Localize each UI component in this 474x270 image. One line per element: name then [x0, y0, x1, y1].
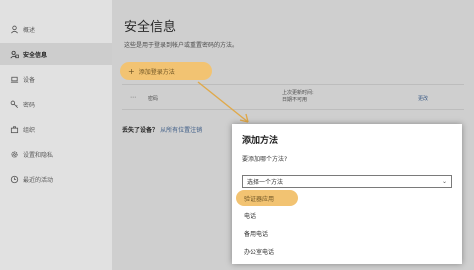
sidebar-item-label: 设置和隐私	[23, 151, 54, 159]
person-icon	[10, 25, 19, 34]
briefcase-icon	[10, 125, 19, 134]
option-alternate-phone[interactable]: 备用电话	[232, 224, 462, 242]
last-updated-label: 上次更新时间:	[282, 90, 314, 96]
option-office-phone[interactable]: 办公室电话	[232, 242, 462, 260]
lost-device-question: 丢失了设备？	[122, 127, 159, 134]
page-subtitle: 这些是用于登录到帐户或重置密码的方法。	[124, 42, 239, 49]
dialog-title: 添加方法	[242, 136, 279, 146]
annotation-arrow	[197, 81, 249, 123]
clock-icon	[10, 175, 19, 184]
key-icon	[10, 100, 19, 109]
sidebar-item-label: 最近的活动	[23, 176, 54, 184]
sidebar-item-overview[interactable]: 概述	[0, 18, 112, 40]
option-authenticator-app[interactable]: 验证器应用	[236, 190, 298, 206]
sidebar-item-label: 设备	[23, 76, 36, 84]
sidebar-item-organizations[interactable]: 组织	[0, 118, 112, 140]
add-method-dialog: 添加方法 要添加哪个方法? 选择一个方法 ⌄ 验证器应用 电话 备用电话 办公室…	[232, 124, 462, 264]
page-title: 安全信息	[124, 20, 177, 35]
password-dots-icon: ⋯	[130, 94, 136, 101]
sidebar-item-label: 概述	[23, 26, 36, 34]
sidebar-item-label: 密码	[23, 101, 36, 109]
sidebar-item-label: 安全信息	[23, 51, 48, 59]
option-phone[interactable]: 电话	[232, 206, 462, 224]
change-password-link[interactable]: 更改	[418, 95, 428, 102]
sidebar-item-recent-activity[interactable]: 最近的活动	[0, 168, 112, 190]
sidebar-item-settings-privacy[interactable]: 设置和隐私	[0, 143, 112, 165]
method-label: 密码	[148, 96, 159, 102]
password-method-row: ⋯ 密码 上次更新时间: 日期不可用 更改	[122, 84, 464, 110]
last-updated: 上次更新时间: 日期不可用	[282, 90, 314, 104]
last-updated-value: 日期不可用	[282, 97, 308, 103]
sidebar-item-devices[interactable]: 设备	[0, 68, 112, 90]
laptop-icon	[10, 75, 19, 84]
add-sign-in-method-button[interactable]: + 添加登录方法	[120, 62, 212, 80]
lost-device-text: 丢失了设备？ 从所有位置注销	[122, 125, 202, 134]
sidebar-nav: 概述 安全信息 设备 密码 组织 设置和隐私 最近的活动	[0, 0, 112, 270]
sidebar-item-password[interactable]: 密码	[0, 93, 112, 115]
gear-icon	[10, 150, 19, 159]
method-options-list: 验证器应用 电话 备用电话 办公室电话	[232, 190, 462, 260]
sidebar-item-label: 组织	[23, 126, 36, 134]
security-info-icon	[10, 50, 19, 59]
method-select-placeholder: 选择一个方法	[247, 179, 284, 186]
sidebar-item-security-info[interactable]: 安全信息	[0, 43, 112, 65]
dialog-question: 要添加哪个方法?	[242, 156, 288, 163]
method-select[interactable]: 选择一个方法 ⌄	[242, 175, 452, 188]
plus-icon: +	[128, 66, 135, 76]
add-method-label: 添加登录方法	[138, 68, 175, 76]
chevron-down-icon: ⌄	[441, 178, 447, 185]
